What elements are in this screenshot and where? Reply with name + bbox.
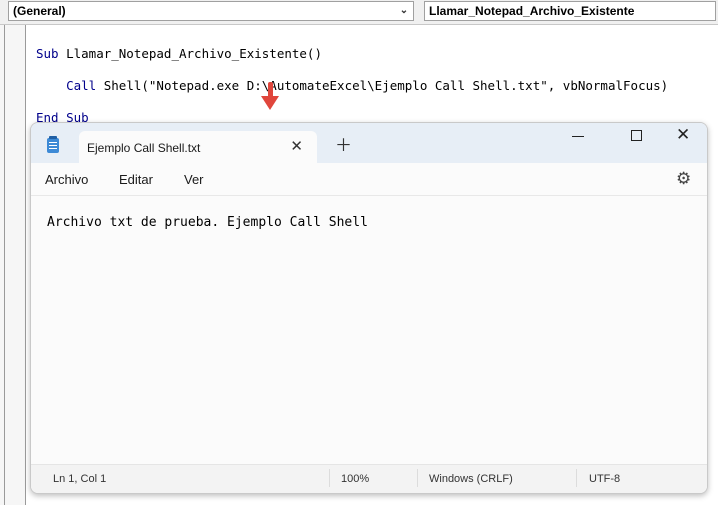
notepad-status-bar: Ln 1, Col 1 100% Windows (CRLF) UTF-8 <box>31 464 707 493</box>
procedure-combo-value: Llamar_Notepad_Archivo_Existente <box>429 4 635 18</box>
status-divider <box>576 469 577 487</box>
procedure-combo[interactable]: Llamar_Notepad_Archivo_Existente <box>424 1 716 21</box>
notepad-app-icon <box>47 136 59 153</box>
status-divider <box>329 469 330 487</box>
maximize-icon[interactable] <box>631 130 642 141</box>
zoom-level[interactable]: 100% <box>341 473 369 485</box>
notepad-text-content[interactable]: Archivo txt de prueba. Ejemplo Call Shel… <box>47 215 368 230</box>
code-pane-edge <box>4 25 5 505</box>
new-tab-icon[interactable]: ＋ <box>335 137 352 155</box>
close-tab-icon[interactable]: ✕ <box>290 137 303 155</box>
vba-code-header: (General) ⌄ Llamar_Notepad_Archivo_Exist… <box>0 0 718 25</box>
notepad-title-bar[interactable]: Ejemplo Call Shell.txt ✕ ＋ ✕ <box>31 123 707 163</box>
status-divider <box>417 469 418 487</box>
menu-editar[interactable]: Editar <box>119 172 153 187</box>
object-combo-value: (General) <box>13 4 66 18</box>
tab-title: Ejemplo Call Shell.txt <box>87 141 201 155</box>
gear-icon[interactable]: ⚙ <box>676 169 691 189</box>
object-combo[interactable]: (General) ⌄ <box>8 1 414 21</box>
encoding[interactable]: UTF-8 <box>589 473 620 485</box>
cursor-position: Ln 1, Col 1 <box>53 473 107 485</box>
chevron-down-icon[interactable]: ⌄ <box>397 2 411 20</box>
notepad-tab[interactable]: Ejemplo Call Shell.txt ✕ <box>79 131 317 163</box>
code-keyword: Call <box>66 78 97 93</box>
close-window-icon[interactable]: ✕ <box>676 125 690 145</box>
code-text: Llamar_Notepad_Archivo_Existente() <box>58 46 322 61</box>
arrow-head-icon <box>261 96 279 110</box>
line-ending[interactable]: Windows (CRLF) <box>429 473 513 485</box>
code-text: Shell("Notepad.exe D:\AutomateExcel\Ejem… <box>96 78 669 93</box>
notepad-menu-bar: Archivo Editar Ver ⚙ <box>31 163 707 196</box>
notepad-window: Ejemplo Call Shell.txt ✕ ＋ ✕ Archivo Edi… <box>30 122 708 494</box>
menu-ver[interactable]: Ver <box>184 172 204 187</box>
code-line-1: Sub Llamar_Notepad_Archivo_Existente() <box>36 46 668 62</box>
minimize-icon[interactable] <box>572 136 584 137</box>
menu-archivo[interactable]: Archivo <box>45 172 88 187</box>
code-keyword: Sub <box>36 46 59 61</box>
code-line-2: Call Shell("Notepad.exe D:\AutomateExcel… <box>36 78 668 94</box>
